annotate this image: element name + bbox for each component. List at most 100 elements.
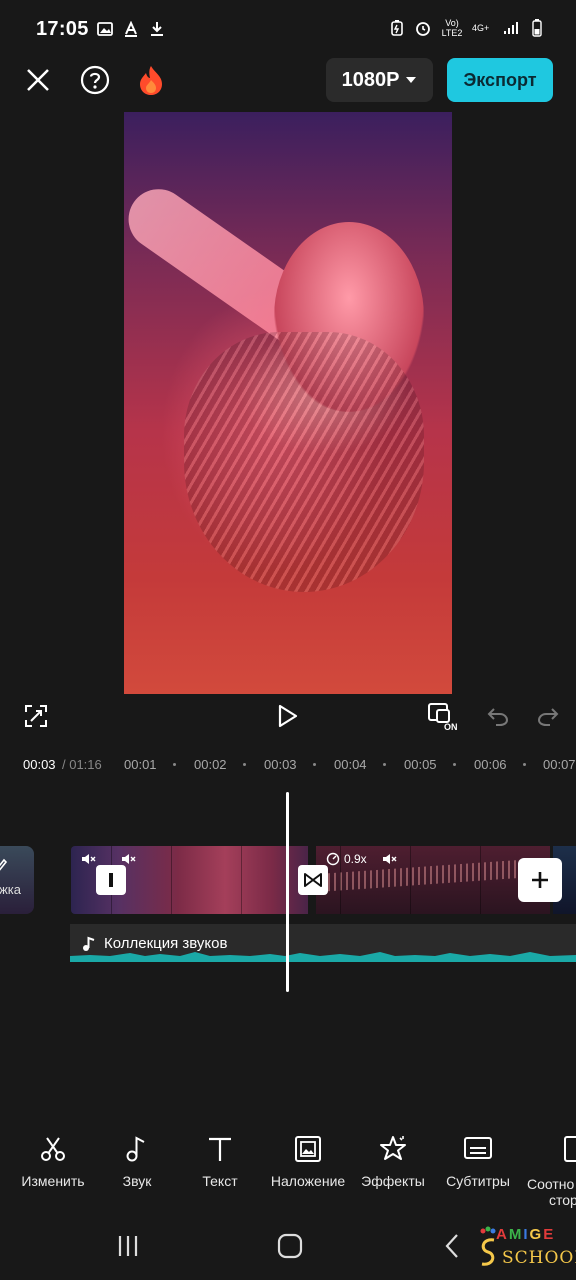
keyframe-on-button[interactable]: ON <box>426 700 462 732</box>
music-note-icon <box>83 936 95 951</box>
fullscreen-icon <box>25 705 47 727</box>
tool-subtitles[interactable]: Субтитры <box>433 1135 523 1189</box>
pro-flame-button[interactable] <box>131 60 171 100</box>
mute-icon <box>383 854 397 864</box>
caret-down-icon <box>406 77 417 83</box>
status-system-icons: Vo) LTE2 4G+ <box>388 18 546 38</box>
audio-label-text: Коллекция звуков <box>104 935 228 952</box>
cover-label: ожка <box>0 882 21 897</box>
time-tick: 00:05 <box>404 757 437 772</box>
time-tick: 00:07 <box>543 757 576 772</box>
recents-icon <box>118 1236 138 1256</box>
undo-button[interactable] <box>482 700 514 732</box>
back-chevron-icon <box>445 1234 458 1258</box>
tool-text[interactable]: Текст <box>175 1135 265 1189</box>
total-time: / 01:16 <box>62 757 102 772</box>
battery-icon <box>528 19 546 37</box>
redo-icon <box>537 708 559 726</box>
mute-icon <box>82 854 96 864</box>
undo-icon <box>487 708 509 726</box>
add-clip-button[interactable] <box>518 858 562 902</box>
tool-effects[interactable]: Эффекты <box>348 1135 438 1189</box>
transition-bar-icon <box>109 873 113 887</box>
image-icon <box>96 20 114 38</box>
transition-button[interactable] <box>298 865 328 895</box>
speed-value: 0.9x <box>344 852 367 866</box>
keyframe-on-icon: ON <box>428 703 458 732</box>
nav-home-button[interactable] <box>270 1228 310 1264</box>
speed-badge: 0.9x <box>326 852 367 866</box>
home-icon <box>277 1233 303 1259</box>
tick-dot <box>523 763 526 766</box>
resolution-dropdown[interactable]: 1080P <box>326 58 433 102</box>
svg-text:ON: ON <box>444 722 458 732</box>
flame-icon <box>140 66 162 95</box>
tool-label: Соотно <box>527 1176 575 1192</box>
time-tick: 00:04 <box>334 757 367 772</box>
current-time: 00:03 <box>23 757 56 772</box>
battery-saver-icon <box>388 19 406 37</box>
redo-button[interactable] <box>532 700 564 732</box>
edit-cover-icon <box>0 858 8 871</box>
watermark-logo: AMIGE SCHOOL <box>478 1224 576 1274</box>
close-button[interactable] <box>18 60 58 100</box>
tick-dot <box>383 763 386 766</box>
scissors-icon <box>41 1137 65 1161</box>
help-icon <box>80 65 110 95</box>
time-tick: 00:01 <box>124 757 157 772</box>
tick-dot <box>173 763 176 766</box>
overlay-icon <box>295 1136 321 1162</box>
effects-star-icon <box>380 1136 406 1160</box>
music-note-icon <box>126 1136 145 1162</box>
play-button[interactable] <box>272 700 304 732</box>
tool-label: Звук <box>122 1173 152 1189</box>
tool-label: Наложение <box>270 1173 346 1189</box>
tool-label: Эффекты <box>361 1173 425 1189</box>
signal-icon <box>502 19 520 37</box>
tool-label: Субтитры <box>446 1173 510 1189</box>
transition-button[interactable] <box>96 865 126 895</box>
tool-sound[interactable]: Звук <box>92 1135 182 1189</box>
tool-edit[interactable]: Изменить <box>8 1135 98 1189</box>
tool-aspect-ratio[interactable]: Соотно стор <box>527 1135 576 1208</box>
audio-track[interactable]: Коллекция звуков <box>70 924 576 962</box>
tool-label-line2: стор <box>549 1192 576 1208</box>
network-type-label: 4G+ <box>472 23 490 33</box>
font-icon <box>122 20 140 38</box>
video-clip[interactable]: 0.9x <box>316 846 550 914</box>
download-icon <box>148 20 166 38</box>
playhead[interactable] <box>286 792 289 992</box>
tool-label: Изменить <box>21 1173 85 1189</box>
time-tick: 00:06 <box>474 757 507 772</box>
help-button[interactable] <box>75 60 115 100</box>
text-icon <box>209 1137 231 1161</box>
tool-label: Текст <box>202 1173 238 1189</box>
watermark-line1: AMIGE <box>496 1226 556 1243</box>
nav-recents-button[interactable] <box>108 1228 148 1264</box>
tick-dot <box>313 763 316 766</box>
time-tick: 00:02 <box>194 757 227 772</box>
status-notification-icons <box>96 20 166 38</box>
speed-gauge-icon <box>326 852 340 866</box>
subtitles-icon <box>464 1137 492 1159</box>
aspect-ratio-icon <box>564 1136 576 1162</box>
volte-label: Vo) LTE2 <box>441 18 463 38</box>
time-tick: 00:03 <box>264 757 297 772</box>
tick-dot <box>243 763 246 766</box>
export-button[interactable]: Экспорт <box>447 58 553 102</box>
watermark-line2: SCHOOL <box>502 1248 576 1268</box>
cover-button[interactable]: ожка <box>0 846 34 914</box>
fullscreen-button[interactable] <box>20 700 52 732</box>
close-icon <box>27 69 49 91</box>
tick-dot <box>453 763 456 766</box>
alarm-icon <box>414 19 432 37</box>
play-icon <box>278 704 298 728</box>
bowtie-transition-icon <box>304 873 322 887</box>
resolution-value: 1080P <box>341 68 400 91</box>
mute-icon <box>122 854 136 864</box>
tool-overlay[interactable]: Наложение <box>263 1135 353 1189</box>
video-preview[interactable] <box>124 112 452 694</box>
plus-icon <box>532 872 548 888</box>
nav-back-button[interactable] <box>432 1228 472 1264</box>
audio-label: Коллекция звуков <box>82 935 227 952</box>
